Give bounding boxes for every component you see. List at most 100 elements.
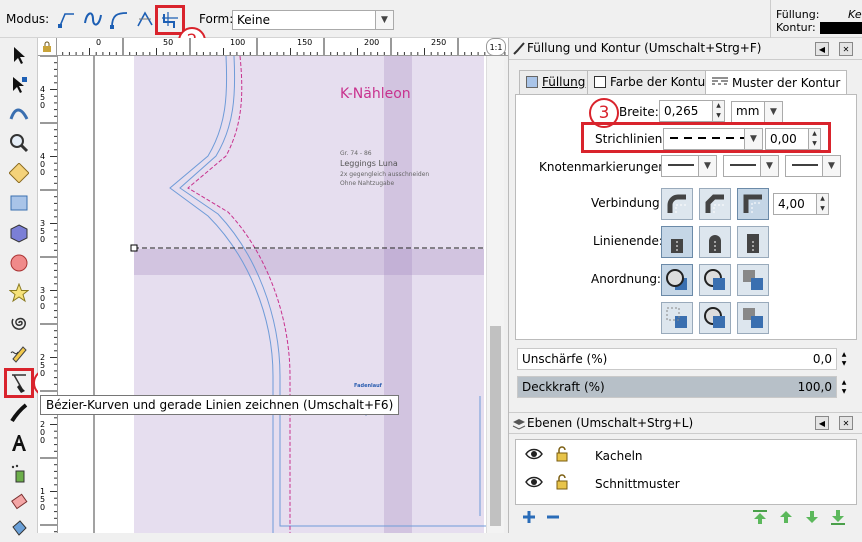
close-icon[interactable]: ✕ bbox=[839, 416, 853, 430]
scrollbar-thumb[interactable] bbox=[490, 326, 501, 526]
unlock-icon[interactable] bbox=[555, 446, 569, 465]
spiral-tool-icon[interactable] bbox=[6, 310, 32, 336]
add-layer-icon[interactable] bbox=[521, 509, 537, 528]
spin-buttons-icon[interactable]: ▲ ▼ bbox=[839, 350, 849, 368]
panel-collapse-icon[interactable]: ◀ bbox=[815, 416, 829, 430]
spin-buttons-icon[interactable]: ▲ ▼ bbox=[712, 101, 724, 121]
layers-icon bbox=[512, 417, 526, 434]
cap-butt-button[interactable] bbox=[661, 226, 693, 258]
marker-none-icon bbox=[730, 164, 756, 166]
rectangle-tool-icon[interactable] bbox=[6, 190, 32, 216]
order-stroke-fill-markers-button[interactable] bbox=[699, 264, 731, 296]
vertical-ruler[interactable]: 4 5 0 4 0 0 3 5 0 3 0 0 2 5 0 2 0 0 1 5 … bbox=[38, 56, 58, 533]
opacity-slider[interactable]: Deckkraft (%) 100,0 bbox=[517, 376, 837, 398]
remove-layer-icon[interactable] bbox=[545, 509, 561, 528]
ruler-label: 200 bbox=[364, 38, 380, 47]
ruler-label: 50 bbox=[163, 38, 174, 47]
spin-buttons-icon[interactable]: ▲ ▼ bbox=[808, 129, 820, 149]
layer-row[interactable]: Kacheln bbox=[517, 443, 853, 469]
ruler-label: 250 bbox=[431, 38, 447, 47]
chevron-down-icon: ▼ bbox=[760, 156, 778, 176]
start-marker-select[interactable]: ▼ bbox=[661, 155, 717, 177]
width-input[interactable]: 0,265 ▲ ▼ bbox=[659, 100, 725, 122]
close-icon[interactable]: ✕ bbox=[839, 42, 853, 56]
chevron-down-icon: ▼ bbox=[375, 11, 393, 29]
cap-round-icon bbox=[709, 235, 721, 253]
order-fill-markers-stroke-button[interactable] bbox=[737, 264, 769, 296]
layer-row[interactable]: Schnittmuster bbox=[517, 471, 853, 497]
dash-offset-input[interactable]: 0,00 ▲ ▼ bbox=[765, 128, 821, 150]
zoom-tool-icon[interactable] bbox=[6, 130, 32, 156]
stroke-color-swatch[interactable] bbox=[820, 22, 862, 34]
join-bevel-button[interactable] bbox=[699, 188, 731, 220]
layer-to-top-icon[interactable] bbox=[751, 508, 769, 529]
ruler-label: 3 5 0 bbox=[40, 219, 46, 244]
layer-up-icon[interactable] bbox=[777, 508, 795, 529]
eye-visible-icon[interactable] bbox=[525, 447, 543, 464]
horizontal-ruler[interactable]: 0 50 100 150 200 250 bbox=[38, 38, 508, 56]
tab-stroke-style[interactable]: Muster der Kontur bbox=[705, 70, 848, 95]
bspline-mode-icon[interactable] bbox=[108, 8, 130, 30]
regular-bezier-mode-icon[interactable] bbox=[56, 8, 78, 30]
tweak-tool-icon[interactable] bbox=[6, 100, 32, 126]
ruler-label: 4 5 0 bbox=[40, 85, 46, 110]
cap-square-button[interactable] bbox=[737, 226, 769, 258]
chevron-down-icon: ▼ bbox=[764, 102, 782, 122]
ellipse-tool-icon[interactable] bbox=[6, 250, 32, 276]
divider bbox=[770, 0, 771, 38]
bezier-pen-tool-icon[interactable] bbox=[4, 368, 34, 398]
ruler-label: 1 5 0 bbox=[40, 487, 46, 512]
eye-visible-icon[interactable] bbox=[525, 475, 543, 492]
order-markers-fill-stroke-button[interactable] bbox=[661, 302, 693, 334]
spin-buttons-icon[interactable]: ▲ ▼ bbox=[839, 378, 849, 396]
pattern-info-cut: 2x gegengleich ausschneiden bbox=[340, 171, 430, 178]
layers-panel-header: Ebenen (Umschalt+Strg+L) bbox=[509, 412, 862, 434]
unlock-icon[interactable] bbox=[555, 474, 569, 493]
text-tool-icon[interactable] bbox=[6, 430, 32, 456]
paint-bucket-tool-icon[interactable] bbox=[6, 516, 32, 542]
order-stroke-markers-fill-button[interactable] bbox=[699, 302, 731, 334]
chevron-down-icon: ▼ bbox=[822, 156, 840, 176]
panel-collapse-icon[interactable]: ◀ bbox=[815, 42, 829, 56]
join-miter-button[interactable] bbox=[737, 188, 769, 220]
layer-to-bottom-icon[interactable] bbox=[829, 508, 847, 529]
join-round-button[interactable] bbox=[661, 188, 693, 220]
blur-slider[interactable]: Unschärfe (%) 0,0 bbox=[517, 348, 837, 370]
tab-fill[interactable]: Füllung bbox=[519, 70, 593, 94]
form-select[interactable]: Keine ▼ bbox=[232, 10, 394, 30]
pencil-tool-icon[interactable] bbox=[6, 340, 32, 366]
zoom-fit-icon[interactable]: 1:1 bbox=[486, 38, 506, 56]
spiro-mode-icon[interactable] bbox=[82, 8, 104, 30]
3d-box-tool-icon[interactable] bbox=[6, 220, 32, 246]
order-fill-stroke-markers-button[interactable] bbox=[661, 264, 693, 296]
straight-segments-mode-icon[interactable] bbox=[134, 8, 156, 30]
chevron-down-icon: ▼ bbox=[744, 129, 762, 149]
node-tool-icon[interactable] bbox=[6, 72, 32, 98]
eraser-tool-icon[interactable] bbox=[6, 488, 32, 514]
miter-limit-input[interactable]: 4,00 ▲ ▼ bbox=[773, 193, 829, 215]
end-marker-select[interactable]: ▼ bbox=[785, 155, 841, 177]
spray-tool-icon[interactable] bbox=[6, 460, 32, 486]
paraxial-mode-icon[interactable] bbox=[155, 5, 185, 35]
dash-pattern-select[interactable]: ▼ bbox=[663, 128, 763, 150]
cap-round-button[interactable] bbox=[699, 226, 731, 258]
spin-buttons-icon[interactable]: ▲ ▼ bbox=[816, 194, 828, 214]
layer-down-icon[interactable] bbox=[803, 508, 821, 529]
dash-label: Strichlinien: bbox=[595, 132, 667, 146]
selector-tool-icon[interactable] bbox=[6, 42, 32, 68]
paintbrush-icon bbox=[512, 41, 526, 58]
width-unit-select[interactable]: mm ▼ bbox=[731, 101, 783, 123]
paint-order-icon bbox=[743, 270, 763, 290]
canvas-vertical-scrollbar[interactable] bbox=[486, 56, 504, 533]
drawing-canvas[interactable]: K-Nähleon Gr. 74 - 86 Leggings Luna 2x g… bbox=[58, 56, 486, 533]
cap-square-icon bbox=[747, 234, 759, 253]
order-markers-stroke-fill-button[interactable] bbox=[737, 302, 769, 334]
measure-tool-icon[interactable] bbox=[6, 160, 32, 186]
calligraphy-tool-icon[interactable] bbox=[6, 400, 32, 426]
join-miter-icon bbox=[743, 194, 762, 213]
mid-marker-select[interactable]: ▼ bbox=[723, 155, 779, 177]
lock-guides-icon[interactable] bbox=[38, 38, 56, 55]
tool-controls-bar: Modus: 2 Form: Keine ▼ Füllung: Ke Kontu… bbox=[0, 0, 862, 55]
tab-stroke-paint[interactable]: Farbe der Kontur bbox=[587, 70, 718, 94]
star-tool-icon[interactable] bbox=[6, 280, 32, 306]
